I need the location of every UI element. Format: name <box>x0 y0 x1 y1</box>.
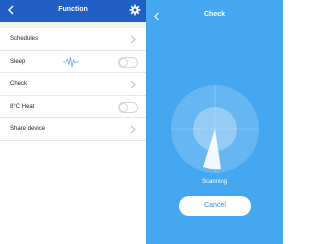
sleep-toggle[interactable] <box>118 56 138 68</box>
chevron-right-icon <box>130 125 136 134</box>
sleep-wave-icon <box>63 56 79 67</box>
check-screen: Check Scanning Cancel <box>146 0 283 244</box>
row-sleep: Sleep <box>0 50 146 74</box>
page-title: Check <box>203 11 225 18</box>
row-check[interactable]: Check <box>0 73 146 96</box>
row-label: Schedules <box>10 36 39 42</box>
row-label: Check <box>10 81 28 88</box>
row-label: Share device <box>10 126 46 133</box>
function-header: Function <box>0 0 146 22</box>
heat-toggle[interactable] <box>118 101 138 113</box>
scan-status: Scanning <box>201 179 228 185</box>
function-list: Schedules Sleep Check 8°C Heat Share dev… <box>0 28 146 141</box>
function-screen: Function Schedules Sleep Check 8°C Heat … <box>0 0 146 244</box>
page-title: Function <box>58 6 88 13</box>
row-label: Sleep <box>10 58 26 65</box>
row-schedules[interactable]: Schedules <box>0 28 146 51</box>
row-share-device[interactable]: Share device <box>0 118 146 141</box>
cancel-button[interactable]: Cancel <box>179 196 251 216</box>
chevron-right-icon <box>130 80 136 89</box>
row-label: 8°C Heat <box>10 103 35 110</box>
toggle-knob <box>119 102 128 112</box>
gear-icon <box>129 4 141 16</box>
radar-scan-icon <box>171 85 259 173</box>
chevron-right-icon <box>130 35 136 44</box>
settings-button[interactable] <box>129 3 141 17</box>
toggle-knob <box>119 57 128 67</box>
row-8c-heat: 8°C Heat <box>0 95 146 119</box>
